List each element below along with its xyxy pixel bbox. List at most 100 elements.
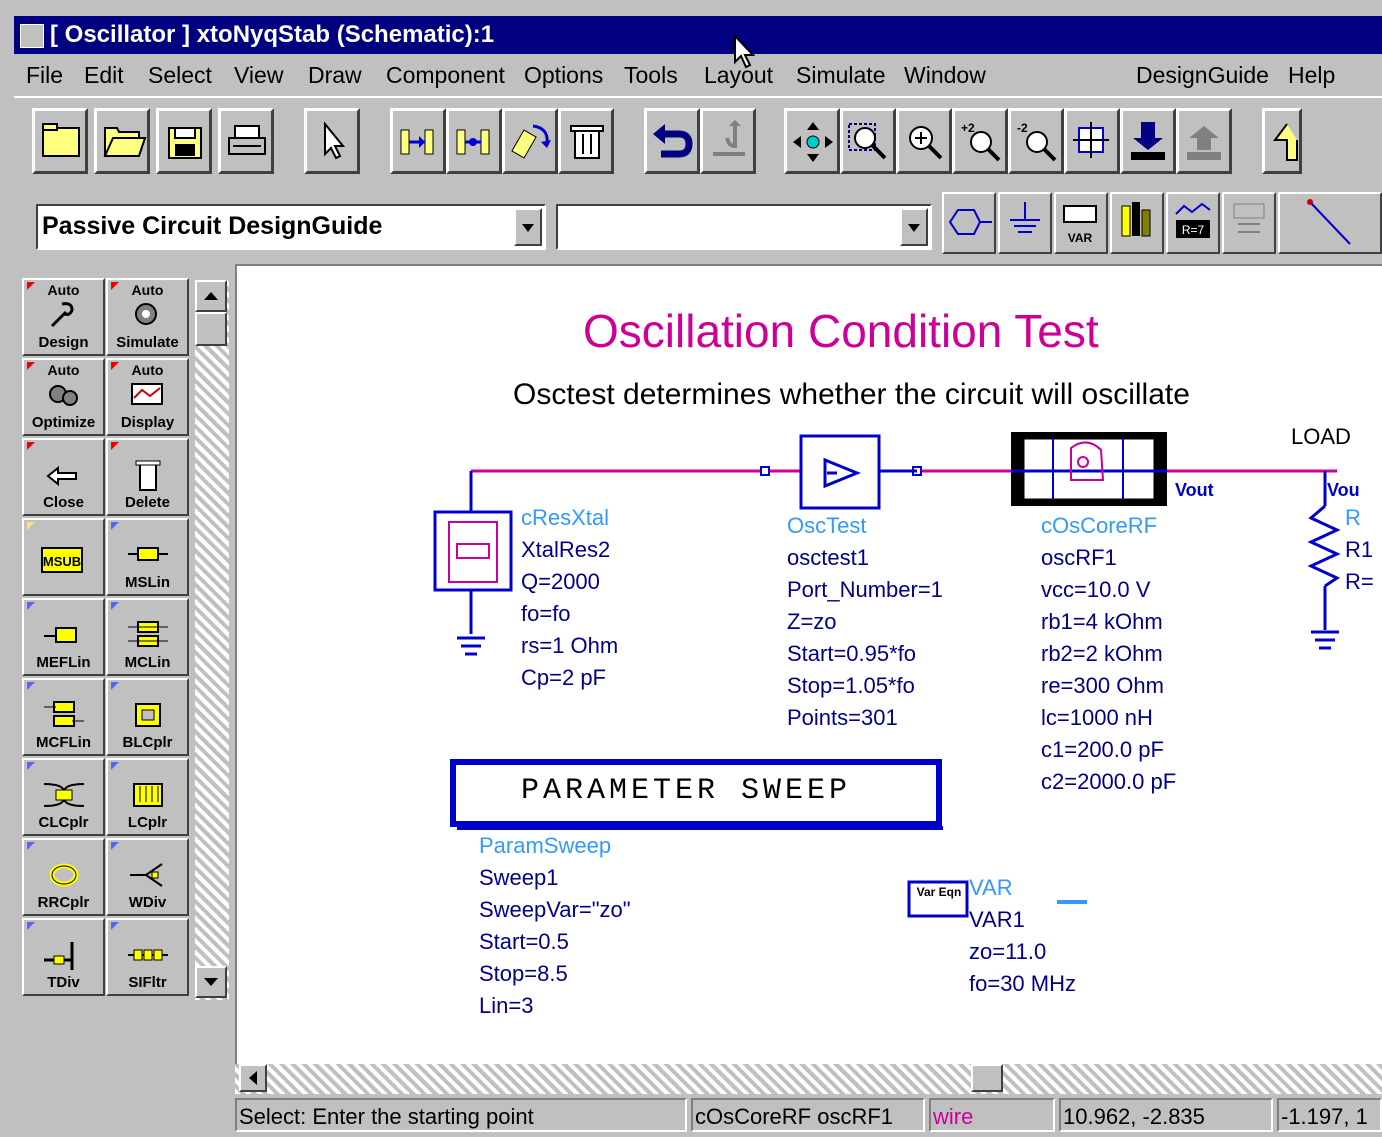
menu-view[interactable]: View <box>234 62 283 89</box>
menu-options[interactable]: Options <box>524 62 603 89</box>
horizontal-scrollbar[interactable] <box>235 1064 1382 1094</box>
palette-item-delete[interactable]: Delete <box>106 438 189 516</box>
xtal-properties[interactable]: cResXtal XtalRes2 Q=2000 fo=fo rs=1 Ohm … <box>521 502 618 694</box>
palette-item-msub[interactable]: MSUB <box>22 518 105 596</box>
menu-edit[interactable]: Edit <box>84 62 124 89</box>
menu-select[interactable]: Select <box>148 62 212 89</box>
palette-combo[interactable]: Passive Circuit DesignGuide <box>36 204 546 250</box>
zoom-in-button[interactable]: +2 <box>952 108 1008 174</box>
port-button[interactable] <box>942 192 996 254</box>
save-button[interactable] <box>156 108 212 174</box>
scroll-down-button[interactable] <box>195 966 227 998</box>
coupler-icon <box>44 783 84 807</box>
display-button[interactable]: R=7 <box>1166 192 1220 254</box>
select-button[interactable] <box>304 108 360 174</box>
yellow-flag-icon <box>27 522 35 530</box>
palette-item-blcplr[interactable]: BLCplr <box>106 678 189 756</box>
redo-button[interactable] <box>700 108 756 174</box>
prop-line: oscRF1 <box>1041 545 1117 570</box>
simulate-button[interactable] <box>1110 192 1164 254</box>
scroll-up-button[interactable] <box>195 280 227 312</box>
menu-tools[interactable]: Tools <box>624 62 678 89</box>
trash-icon <box>135 460 161 491</box>
ground-button[interactable] <box>998 192 1052 254</box>
palette-item-auto-simulate[interactable]: Auto Simulate <box>106 278 189 356</box>
zoom-fit-button[interactable] <box>1064 108 1120 174</box>
palette-combo-value: Passive Circuit DesignGuide <box>42 212 383 240</box>
new-button[interactable] <box>32 108 88 174</box>
vout-label-2: Vou <box>1327 480 1360 500</box>
sweep-button[interactable] <box>1222 192 1276 254</box>
more-button[interactable] <box>1262 108 1302 174</box>
var-button[interactable]: VAR <box>1054 192 1108 254</box>
component-combo[interactable] <box>556 204 932 250</box>
menu-designguide[interactable]: DesignGuide <box>1136 62 1269 89</box>
prop-line: Z=zo <box>787 609 837 634</box>
palette-item-clcplr[interactable]: CLCplr <box>22 758 105 836</box>
component-combo-dropdown-icon[interactable] <box>900 208 928 246</box>
palette-item-lcplr[interactable]: LCplr <box>106 758 189 836</box>
push-down-icon <box>1131 122 1165 160</box>
undo-button[interactable] <box>644 108 700 174</box>
palette-item-mcflin[interactable]: MCFLin <box>22 678 105 756</box>
palette-item-label: Simulate <box>116 334 179 351</box>
palette-item-auto-design[interactable]: Auto Design <box>22 278 105 356</box>
schematic-canvas[interactable]: Oscillation Condition Test Osctest deter… <box>235 264 1382 1064</box>
palette-item-label: MSLin <box>125 574 170 591</box>
menu-file[interactable]: File <box>26 62 63 89</box>
red-flag-icon <box>111 442 119 450</box>
menu-bar: File Edit Select View Draw Component Opt… <box>14 54 1382 96</box>
mouse-cursor-icon <box>734 34 756 69</box>
zoom-out-icon: -2 <box>1017 121 1057 162</box>
zoom-out-button[interactable]: -2 <box>1008 108 1064 174</box>
sweep-properties[interactable]: ParamSweep Sweep1 SweepVar="zo" Start=0.… <box>479 830 631 1022</box>
push-down-button[interactable] <box>1120 108 1176 174</box>
triangle-up-icon <box>204 292 218 300</box>
palette-item-sifltr[interactable]: SIFltr <box>106 918 189 996</box>
osccore-properties[interactable]: cOsCoreRF oscRF1 vcc=10.0 V rb1=4 kOhm r… <box>1041 510 1176 798</box>
horizontal-scroll-thumb[interactable] <box>971 1064 1003 1092</box>
rotate-button[interactable] <box>502 108 558 174</box>
zoom-in-icon: +2 <box>961 121 1001 162</box>
menu-window[interactable]: Window <box>904 62 986 89</box>
pop-up-button[interactable] <box>1176 108 1232 174</box>
palette-item-auto-optimize[interactable]: Auto Optimize <box>22 358 105 436</box>
blue-flag-icon <box>111 602 119 610</box>
prop-line: cOsCoreRF <box>1041 513 1158 538</box>
pan-button[interactable] <box>784 108 840 174</box>
palette-item-mslin[interactable]: MSLin <box>106 518 189 596</box>
delete-button[interactable] <box>558 108 614 174</box>
var-properties[interactable]: VAR VAR1 zo=11.0 fo=30 MHz <box>969 872 1076 1000</box>
palette-item-label: Optimize <box>31 414 96 431</box>
palette-item-close[interactable]: Close <box>22 438 105 516</box>
var-icon: VAR <box>1063 205 1097 245</box>
palette-item-wdiv[interactable]: WDiv <box>106 838 189 916</box>
menu-help[interactable]: Help <box>1288 62 1335 89</box>
insert-left-button[interactable] <box>390 108 446 174</box>
open-button[interactable] <box>94 108 150 174</box>
palette-scrollbar[interactable] <box>195 280 229 1000</box>
pan-icon <box>793 122 833 162</box>
menu-draw[interactable]: Draw <box>308 62 362 89</box>
print-button[interactable] <box>218 108 274 174</box>
menu-simulate[interactable]: Simulate <box>796 62 885 89</box>
palette-scroll-thumb[interactable] <box>195 312 227 346</box>
palette-item-tdiv[interactable]: TDiv <box>22 918 105 996</box>
insert-right-button[interactable] <box>446 108 502 174</box>
app-icon[interactable] <box>20 24 44 48</box>
palette-item-auto-display[interactable]: Auto Display <box>106 358 189 436</box>
palette-combo-dropdown-icon[interactable] <box>514 208 542 246</box>
palette-item-rrcplr[interactable]: RRCplr <box>22 838 105 916</box>
prop-line: Sweep1 <box>479 865 559 890</box>
menu-component[interactable]: Component <box>386 62 505 89</box>
wire-button[interactable] <box>1278 192 1382 254</box>
zoom-point-button[interactable] <box>896 108 952 174</box>
palette-item-meflin[interactable]: MEFLin <box>22 598 105 676</box>
palette-item-mclin[interactable]: MCLin <box>106 598 189 676</box>
svg-text:+2: +2 <box>961 121 975 135</box>
prop-line: Lin=3 <box>479 993 534 1018</box>
zoom-area-button[interactable] <box>840 108 896 174</box>
resistor-properties[interactable]: R R1 R= <box>1345 502 1374 598</box>
osctest-properties[interactable]: OscTest osctest1 Port_Number=1 Z=zo Star… <box>787 510 943 734</box>
scroll-left-button[interactable] <box>239 1064 267 1092</box>
